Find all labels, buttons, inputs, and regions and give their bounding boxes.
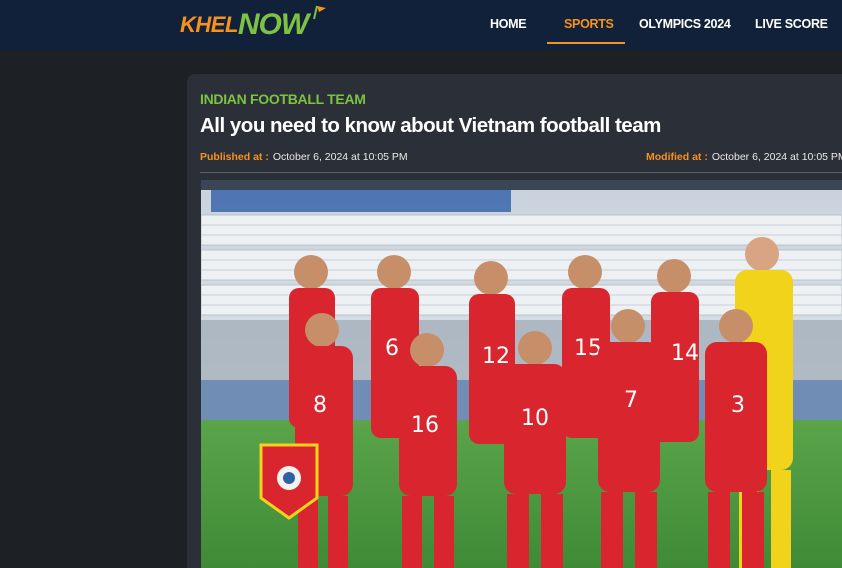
logo-khel-text: KHEL: [180, 12, 238, 37]
meta-divider: [200, 172, 842, 173]
player-number: 10: [521, 406, 549, 431]
modified-label: Modified at :: [646, 151, 708, 163]
published-label: Published at :: [200, 151, 269, 163]
logo-now-text: NOW: [237, 8, 309, 41]
article-category-link[interactable]: INDIAN FOOTBALL TEAM: [200, 91, 366, 107]
player-number: 15: [574, 336, 602, 361]
player-number: 3: [731, 393, 745, 418]
player-number: 7: [624, 388, 638, 413]
published-value: October 6, 2024 at 10:05 PM: [272, 151, 408, 163]
modified-value: October 6, 2024 at 10:05 PM: [711, 151, 842, 163]
khelnow-logo[interactable]: KHEL NOW: [180, 5, 326, 45]
published-date: Published at : October 6, 2024 at 10:05 P…: [200, 151, 408, 163]
player-number: 6: [385, 336, 399, 361]
nav-sports[interactable]: SPORTS: [564, 17, 614, 31]
player-number: 14: [671, 341, 699, 366]
top-navigation-bar: KHEL NOW HOME SPORTS OLYMPICS 2024 LIVE …: [0, 0, 842, 50]
article-title: All you need to know about Vietnam footb…: [200, 114, 661, 137]
nav-active-indicator: [547, 42, 625, 44]
nav-home[interactable]: HOME: [490, 17, 527, 31]
nav-live-score[interactable]: LIVE SCORE: [755, 17, 828, 31]
flag-icon: [313, 5, 326, 20]
team-photo-illustration: 6 12 15 14 8 16 10 7 3: [201, 180, 842, 568]
modified-date: Modified at : October 6, 2024 at 10:05 PM: [646, 151, 842, 163]
player-number: 16: [411, 413, 439, 438]
player-number: 8: [313, 393, 327, 418]
nav-olympics-2024[interactable]: OLYMPICS 2024: [639, 17, 731, 31]
article-featured-image[interactable]: 6 12 15 14 8 16 10 7 3: [201, 180, 842, 568]
player-number: 12: [482, 344, 510, 369]
